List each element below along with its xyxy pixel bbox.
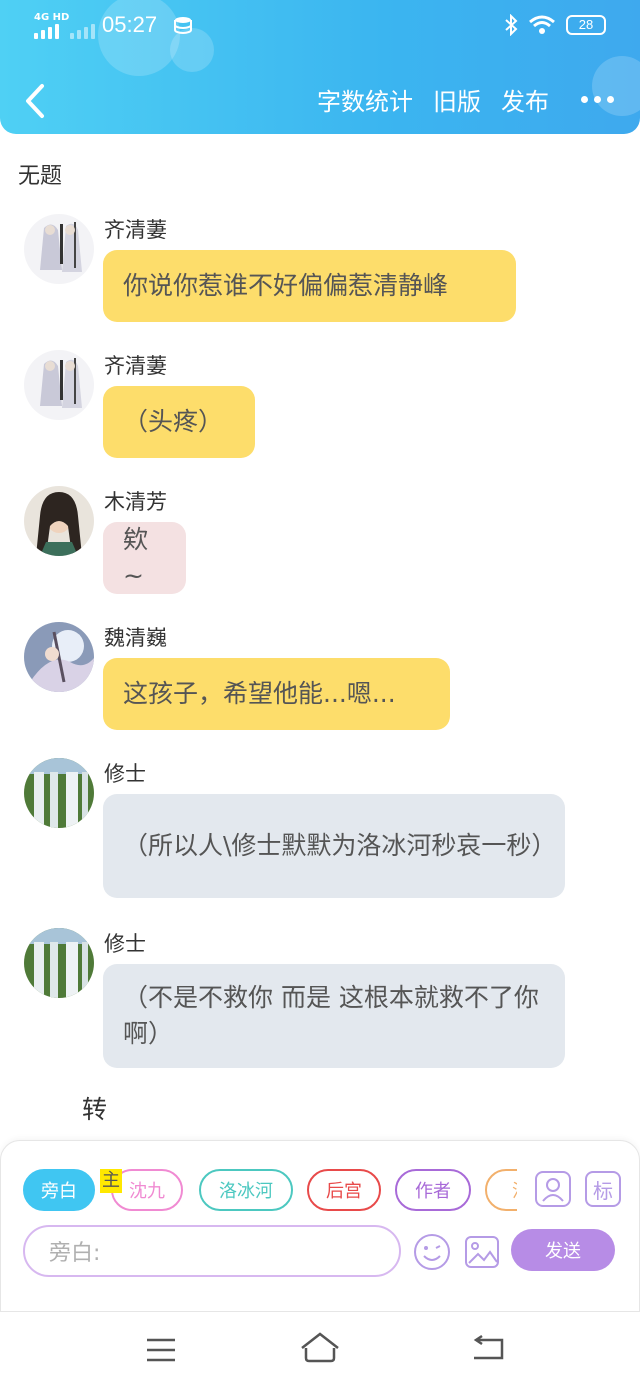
avatar[interactable]	[24, 928, 94, 998]
image-icon[interactable]	[463, 1233, 501, 1271]
role-chip-luo-binghe[interactable]: 洛冰河	[199, 1169, 293, 1211]
avatar[interactable]	[24, 350, 94, 420]
bluetooth-icon	[505, 14, 518, 36]
old-version-button[interactable]: 旧版	[433, 82, 481, 117]
nav-row: 字数统计 旧版 发布	[0, 82, 640, 122]
waterfall-avatar-image	[24, 758, 94, 828]
avatar[interactable]	[24, 486, 94, 556]
character-avatar-image	[24, 622, 94, 692]
home-icon[interactable]	[298, 1330, 342, 1366]
waterfall-avatar-image	[24, 928, 94, 998]
message-bubble[interactable]: 这孩子，希望他能...嗯...	[103, 658, 450, 730]
message-bubble[interactable]: 欸~	[103, 522, 186, 594]
role-chip-row: 旁白 沈九 洛冰河 后宫 作者 沈	[23, 1169, 517, 1211]
role-chip-narration[interactable]: 旁白	[23, 1169, 95, 1211]
sender-name: 修士	[104, 762, 146, 786]
sender-name: 齐清萋	[104, 354, 167, 378]
highlight-mark: 主	[100, 1169, 122, 1193]
message-bubble[interactable]: （不是不救你 而是 这根本就救不了你啊）	[103, 964, 565, 1068]
data-usage-icon	[174, 17, 192, 34]
sender-name: 木清芳	[104, 490, 167, 514]
menu-icon[interactable]	[145, 1336, 177, 1364]
wifi-icon	[529, 15, 555, 34]
character-avatar-image	[24, 214, 94, 284]
avatar[interactable]	[24, 758, 94, 828]
character-avatar-image	[24, 350, 94, 420]
avatar[interactable]	[24, 622, 94, 692]
message-bubble[interactable]: （头疼）	[103, 386, 255, 458]
person-icon	[542, 1178, 564, 1202]
character-manage-button[interactable]	[535, 1171, 571, 1207]
publish-button[interactable]: 发布	[501, 82, 549, 117]
word-count-button[interactable]: 字数统计	[317, 82, 413, 117]
battery-indicator: 28	[566, 15, 606, 35]
avatar[interactable]	[24, 214, 94, 284]
back-icon[interactable]	[470, 1334, 506, 1364]
document-title[interactable]: 无题	[18, 158, 62, 190]
clock: 05:27	[102, 12, 158, 37]
status-right-group: 28	[504, 14, 606, 36]
emoji-icon[interactable]	[413, 1233, 451, 1271]
status-bar: 4G HD 05:27 28	[0, 10, 640, 46]
narration-text[interactable]: 转	[82, 1090, 107, 1126]
message-bubble[interactable]: 你说你惹谁不好偏偏惹清静峰	[103, 250, 516, 322]
composer-panel: 旁白 沈九 洛冰河 后宫 作者 沈 主 标 旁白: 发送	[0, 1140, 640, 1312]
sender-name: 魏清巍	[104, 626, 167, 650]
signal-icon	[34, 24, 59, 39]
send-button[interactable]: 发送	[511, 1229, 615, 1271]
role-chip-author[interactable]: 作者	[395, 1169, 471, 1211]
header-actions: 字数统计 旧版 发布	[317, 82, 614, 117]
app-header: 4G HD 05:27 28 字数统计 旧版 发布	[0, 0, 640, 134]
tag-button[interactable]: 标	[585, 1171, 621, 1207]
more-menu-icon[interactable]	[581, 96, 614, 103]
message-input[interactable]: 旁白:	[23, 1225, 401, 1277]
sender-name: 修士	[104, 932, 146, 956]
signal-icon-secondary	[70, 24, 95, 39]
system-nav-bar	[0, 1312, 640, 1387]
character-avatar-image	[24, 486, 94, 556]
message-bubble[interactable]: （所以人\修士默默为洛冰河秒哀一秒）	[103, 794, 565, 898]
role-chip-harem[interactable]: 后宫	[307, 1169, 381, 1211]
role-chip-shen[interactable]: 沈	[485, 1169, 517, 1211]
sender-name: 齐清萋	[104, 218, 167, 242]
back-arrow-icon[interactable]	[20, 82, 54, 120]
network-type: 4G HD	[34, 12, 70, 23]
